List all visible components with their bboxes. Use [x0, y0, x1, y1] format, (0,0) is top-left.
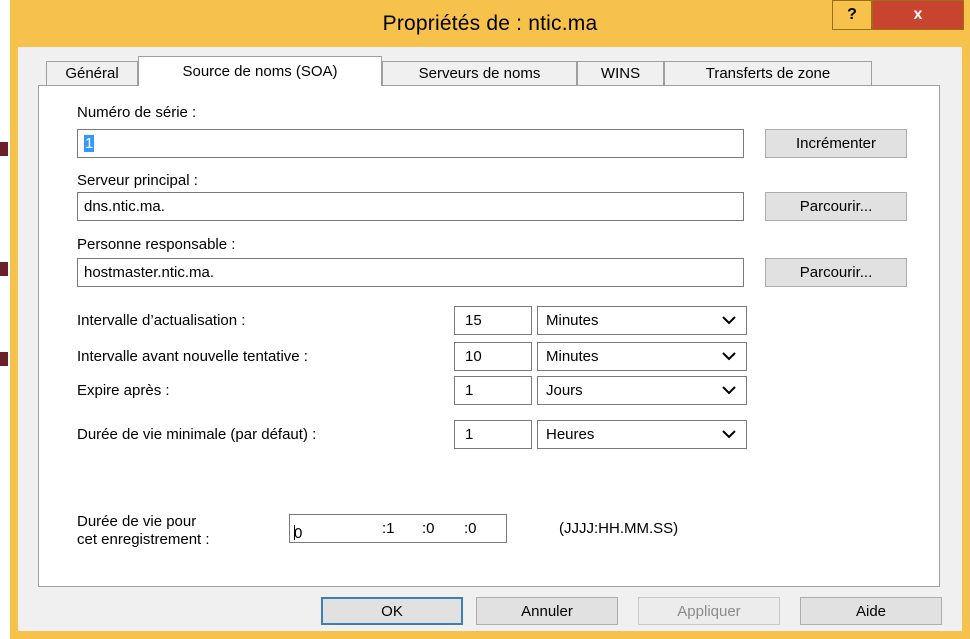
retry-interval-input[interactable]: 10 — [454, 342, 532, 371]
browse-responsible-button[interactable]: Parcourir... — [765, 258, 907, 287]
minimum-ttl-value: 1 — [465, 426, 474, 443]
expires-after-input[interactable]: 1 — [454, 376, 532, 405]
responsible-person-input[interactable]: hostmaster.ntic.ma. — [77, 258, 744, 287]
ttl-format-hint: (JJJJ:HH.MM.SS) — [559, 520, 679, 537]
background-mark — [0, 142, 8, 156]
ttl-hours: :1 — [382, 520, 395, 537]
tab-wins[interactable]: WINS — [577, 61, 664, 85]
refresh-interval-input[interactable]: 15 — [454, 306, 532, 335]
tab-soa[interactable]: Source de noms (SOA) — [138, 56, 382, 86]
record-ttl-label: Durée de vie pour cet enregistrement : — [77, 513, 210, 549]
soa-tab-panel: Numéro de série : 1 Incrémenter Serveur … — [38, 85, 940, 587]
title-bar[interactable]: Propriétés de : ntic.ma ? x — [10, 0, 970, 48]
expires-after-value: 1 — [465, 382, 474, 399]
chevron-down-icon — [722, 316, 736, 325]
apply-button[interactable]: Appliquer — [638, 597, 780, 625]
retry-interval-value: 10 — [465, 348, 482, 365]
help-button[interactable]: Aide — [800, 597, 942, 625]
cancel-button[interactable]: Annuler — [476, 597, 618, 625]
record-ttl-label-line1: Durée de vie pour — [77, 513, 197, 530]
ok-button[interactable]: OK — [321, 597, 463, 625]
record-ttl-label-line2: cet enregistrement : — [77, 531, 210, 548]
chevron-down-icon — [722, 430, 736, 439]
chevron-down-icon — [722, 352, 736, 361]
tab-zone-transfers[interactable]: Transferts de zone — [664, 61, 872, 85]
background-mark — [0, 352, 8, 366]
browse-server-button[interactable]: Parcourir... — [765, 192, 907, 221]
expires-after-label: Expire après : — [77, 382, 170, 399]
window-title: Propriétés de : ntic.ma — [382, 12, 598, 35]
responsible-person-value: hostmaster.ntic.ma. — [84, 264, 215, 281]
properties-dialog: Propriétés de : ntic.ma ? x Général Sour… — [10, 0, 970, 639]
background-edge — [0, 0, 10, 639]
chevron-down-icon — [722, 386, 736, 395]
serial-input[interactable]: 1 — [77, 129, 744, 158]
tab-name-servers[interactable]: Serveurs de noms — [382, 61, 577, 85]
minimum-ttl-label: Durée de vie minimale (par défaut) : — [77, 426, 317, 443]
refresh-interval-unit: Minutes — [546, 312, 599, 329]
minimum-ttl-unit: Heures — [546, 426, 595, 443]
ttl-days: 0 — [294, 525, 303, 542]
ttl-seconds: :0 — [464, 520, 477, 537]
retry-interval-label: Intervalle avant nouvelle tentative : — [77, 348, 308, 365]
ttl-minutes: :0 — [422, 520, 435, 537]
primary-server-value: dns.ntic.ma. — [84, 198, 165, 215]
refresh-interval-label: Intervalle d’actualisation : — [77, 312, 246, 329]
tab-general[interactable]: Général — [46, 61, 138, 85]
responsible-person-label: Personne responsable : — [77, 236, 236, 253]
retry-interval-unit-select[interactable]: Minutes — [537, 342, 747, 371]
minimum-ttl-input[interactable]: 1 — [454, 420, 532, 449]
retry-interval-unit: Minutes — [546, 348, 599, 365]
refresh-interval-unit-select[interactable]: Minutes — [537, 306, 747, 335]
serial-value: 1 — [84, 135, 95, 152]
close-button[interactable]: x — [872, 0, 964, 30]
record-ttl-input[interactable]: 0 :1 :0 :0 — [289, 514, 507, 543]
dialog-client-area: Général Source de noms (SOA) Serveurs de… — [18, 47, 962, 631]
serial-label: Numéro de série : — [77, 104, 197, 121]
expires-after-unit-select[interactable]: Jours — [537, 376, 747, 405]
help-icon-button[interactable]: ? — [832, 0, 872, 30]
primary-server-label: Serveur principal : — [77, 172, 198, 189]
background-mark — [0, 262, 8, 276]
refresh-interval-value: 15 — [465, 312, 482, 329]
increment-button[interactable]: Incrémenter — [765, 129, 907, 158]
primary-server-input[interactable]: dns.ntic.ma. — [77, 192, 744, 221]
expires-after-unit: Jours — [546, 382, 583, 399]
minimum-ttl-unit-select[interactable]: Heures — [537, 420, 747, 449]
